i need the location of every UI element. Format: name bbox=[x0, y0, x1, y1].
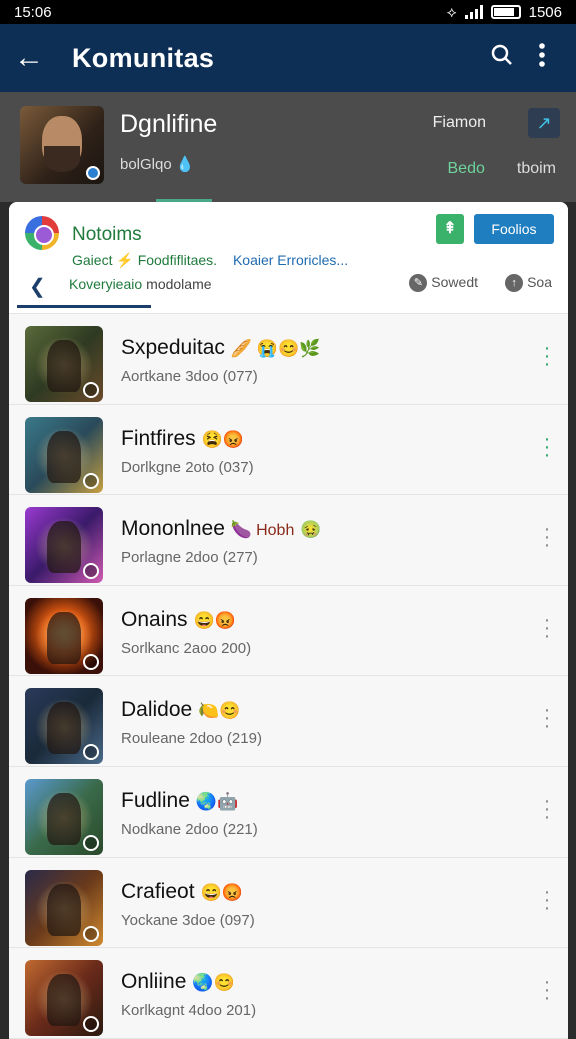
more-vert-icon[interactable]: · · · bbox=[540, 429, 554, 465]
verified-icon bbox=[83, 472, 99, 489]
more-vert-icon[interactable]: · · · bbox=[540, 700, 554, 736]
list-item-subtitle: Aortkane 3doo (077) bbox=[121, 368, 258, 385]
profile-green-label[interactable]: Bedo bbox=[448, 160, 485, 178]
verified-icon bbox=[83, 653, 99, 670]
tab-active[interactable]: Koveryieaio modolame bbox=[69, 276, 212, 292]
tab-active-underline bbox=[17, 305, 151, 308]
list-item-subtitle: Nodkane 2doo (221) bbox=[121, 820, 258, 838]
emoji-group: 😄😡 bbox=[200, 882, 243, 902]
community-logo-icon bbox=[25, 216, 59, 250]
app-bar: ← Komunitas bbox=[0, 24, 576, 92]
tab-sort[interactable]: ↑ Soa bbox=[505, 274, 552, 293]
emoji-group: 😄😡 bbox=[193, 610, 236, 630]
battery-icon bbox=[490, 5, 521, 19]
list-item[interactable]: Mononlnee 🍆 Hobh 🤢 Porlagne 2doo (277) · · · bbox=[9, 495, 568, 586]
arrow-up-icon: ↑ bbox=[505, 274, 524, 293]
chevron-left-icon[interactable]: ❮ bbox=[29, 274, 46, 299]
list-item-title: Dalidoe 🍋😊 bbox=[121, 698, 241, 722]
profile-white-label[interactable]: tboim bbox=[517, 160, 556, 178]
arrow-left-icon[interactable]: ← bbox=[14, 41, 54, 75]
profile-name: Dgnlifine bbox=[120, 110, 218, 138]
wifi-icon: ⟡ bbox=[446, 3, 457, 21]
list-item-title: Mononlnee 🍆 Hobh 🤢 bbox=[121, 517, 322, 541]
community-sheet: Notoims Gaiect ⚡ Foodfiflitaes. Koaier E… bbox=[9, 202, 568, 1039]
profile-right-label: Fiamon bbox=[432, 114, 486, 131]
signal-icon bbox=[464, 5, 483, 19]
verified-icon bbox=[83, 563, 99, 580]
share-icon[interactable]: ↗ bbox=[528, 108, 560, 138]
list-item-subtitle: Porlagne 2doo (277) bbox=[121, 549, 258, 567]
list-item-thumbnail bbox=[25, 507, 103, 584]
follow-button[interactable]: Foolios bbox=[474, 214, 554, 244]
plus-icon[interactable]: ⇞ bbox=[436, 214, 464, 244]
list-item-title: Onliine 🌏😊 bbox=[121, 970, 235, 994]
profile-subtitle: bolGlqo 💧 bbox=[120, 156, 195, 173]
verified-icon bbox=[86, 166, 100, 180]
emoji-group: 🍆 bbox=[230, 520, 253, 540]
tab-search[interactable]: ✎ Sowedt bbox=[409, 274, 478, 293]
tab-bar: ❮ Koveryieaio modolame ✎ Sowedt ↑ Soa bbox=[9, 272, 568, 314]
list-item-title: Sxpeduitac 🥖 😭😊🌿 bbox=[121, 336, 321, 359]
list-item-thumbnail bbox=[25, 778, 103, 855]
more-vert-icon[interactable]: · · · bbox=[540, 519, 554, 555]
emoji-text: Hobh bbox=[256, 522, 295, 540]
status-icons: ⟡ 1506 bbox=[447, 4, 562, 21]
list-item[interactable]: Sxpeduitac 🥖 😭😊🌿 Aortkane 3doo (077) · · · bbox=[9, 314, 568, 405]
verified-icon bbox=[83, 382, 99, 398]
list-item[interactable]: Fintfires 😫😡 Dorlkgne 2oto (037) · · · bbox=[9, 404, 568, 496]
list-item-subtitle: Dorlkgne 2oto (037) bbox=[121, 458, 254, 476]
verified-icon bbox=[83, 744, 99, 761]
list-item[interactable]: Onains 😄😡 Sorlkanc 2aoo 200) · · · bbox=[9, 585, 568, 677]
water-drop-icon: 💧 bbox=[175, 156, 195, 173]
community-list: Sxpeduitac 🥖 😭😊🌿 Aortkane 3doo (077) · · · … bbox=[9, 314, 568, 1039]
list-item-title: Onains 😄😡 bbox=[121, 607, 236, 631]
list-item-thumbnail bbox=[25, 688, 103, 765]
page-title: Komunitas bbox=[72, 42, 215, 73]
list-item-thumbnail bbox=[25, 326, 103, 402]
avatar[interactable] bbox=[20, 106, 104, 184]
verified-icon bbox=[83, 834, 99, 851]
more-vert-icon[interactable] bbox=[522, 42, 562, 75]
emoji-group: 🌏😊 bbox=[192, 973, 235, 993]
emoji-group: 🍋😊 bbox=[198, 701, 241, 721]
chat-icon: ✎ bbox=[409, 274, 428, 293]
more-vert-icon[interactable]: · · · bbox=[540, 972, 554, 1008]
emoji-group-after: 🤢 bbox=[300, 520, 322, 540]
list-item[interactable]: Dalidoe 🍋😊 Rouleane 2doo (219) · · · bbox=[9, 676, 568, 767]
search-icon[interactable] bbox=[482, 43, 522, 74]
list-item[interactable]: Crafieot 😄😡 Yockane 3doe (097) · · · bbox=[9, 857, 568, 949]
list-item-title: Fintfires 😫😡 bbox=[121, 426, 245, 450]
list-item-thumbnail bbox=[25, 416, 103, 493]
list-item-subtitle: Yockane 3doe (097) bbox=[121, 911, 255, 929]
community-subtitle: Gaiect ⚡ Foodfiflitaes. Koaier Erroricle… bbox=[72, 252, 349, 268]
list-item-subtitle: Rouleane 2doo (219) bbox=[121, 730, 262, 748]
status-right-time: 1506 bbox=[528, 3, 562, 21]
emoji-group: 🌏🤖 bbox=[195, 791, 239, 811]
more-vert-icon[interactable]: · · · bbox=[540, 791, 554, 827]
list-item-thumbnail bbox=[25, 869, 103, 946]
more-vert-icon[interactable]: · · · bbox=[540, 882, 554, 918]
list-item-thumbnail bbox=[25, 960, 103, 1037]
list-item-title: Crafieot 😄😡 bbox=[121, 879, 243, 903]
list-item-title: Fudline 🌏🤖 bbox=[121, 788, 239, 812]
community-title: Notoims bbox=[72, 224, 142, 245]
more-vert-icon[interactable]: · · · bbox=[540, 610, 554, 646]
status-time: 15:06 bbox=[14, 3, 52, 21]
verified-icon bbox=[83, 1016, 99, 1033]
emoji-group: 🥖 😭😊🌿 bbox=[230, 339, 321, 358]
list-item[interactable]: Onliine 🌏😊 Korlkagnt 4doo 201) · · · bbox=[9, 948, 568, 1039]
more-vert-icon[interactable]: · · · bbox=[540, 338, 554, 374]
list-item-thumbnail bbox=[25, 597, 103, 674]
community-header: Notoims Gaiect ⚡ Foodfiflitaes. Koaier E… bbox=[9, 202, 568, 314]
profile-header: Dgnlifine bolGlqo 💧 Fiamon ↗ Bedo tboim bbox=[0, 92, 576, 202]
bolt-icon: ⚡ bbox=[116, 252, 134, 268]
status-bar: 15:06 ⟡ 1506 bbox=[0, 0, 576, 24]
list-item[interactable]: Fudline 🌏🤖 Nodkane 2doo (221) · · · bbox=[9, 766, 568, 858]
list-item-subtitle: Sorlkanc 2aoo 200) bbox=[121, 639, 252, 657]
emoji-group: 😫😡 bbox=[201, 429, 245, 449]
verified-icon bbox=[83, 925, 99, 942]
list-item-subtitle: Korlkagnt 4doo 201) bbox=[121, 1002, 257, 1020]
